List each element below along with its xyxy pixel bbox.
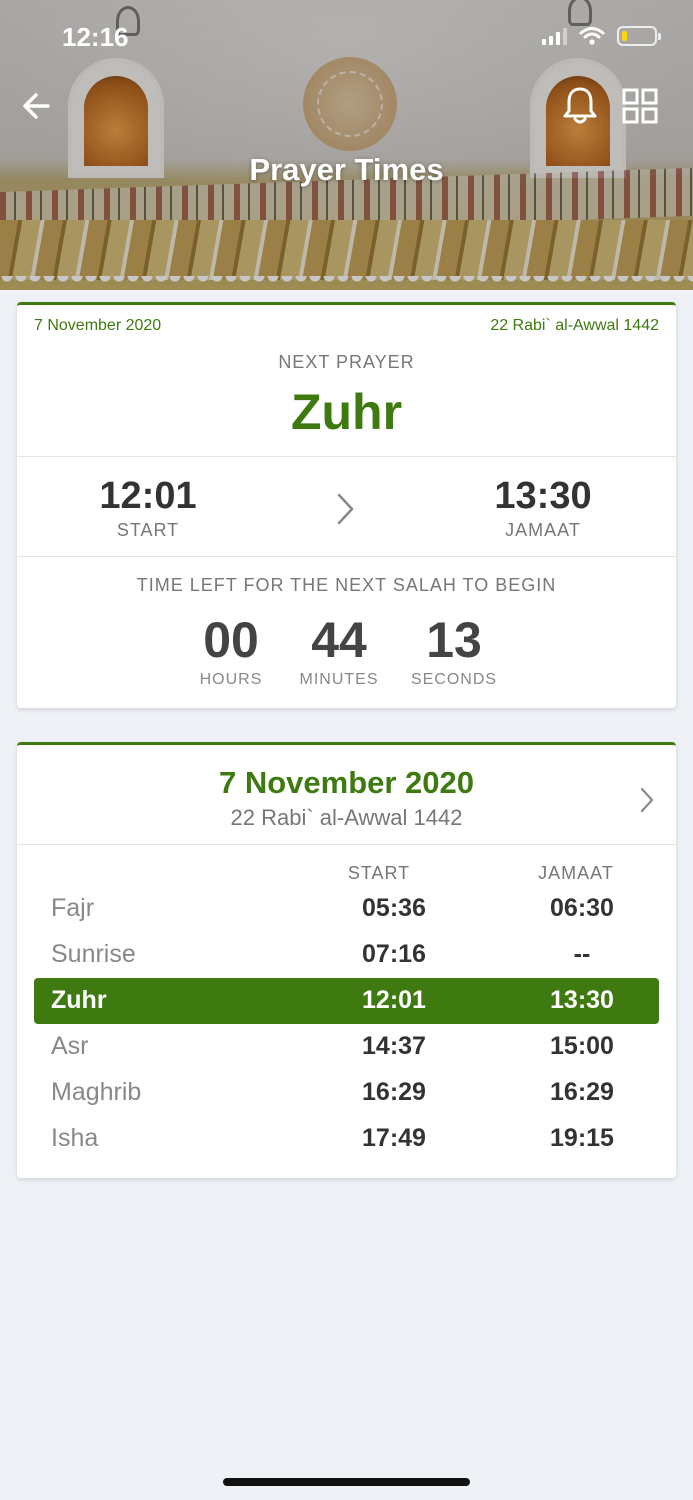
prayer-row-asr: Asr 14:37 15:00 bbox=[34, 1024, 659, 1070]
minutes-label: MINUTES bbox=[299, 671, 379, 688]
prayer-start: 12:01 bbox=[362, 986, 426, 1014]
status-icons bbox=[542, 26, 661, 46]
prayer-start: 16:29 bbox=[362, 1078, 426, 1106]
gregorian-date: 7 November 2020 bbox=[34, 317, 162, 334]
prayer-jamaat: -- bbox=[573, 940, 591, 968]
start-time: 12:01 bbox=[99, 475, 197, 517]
prayer-row-isha: Isha 17:49 19:15 bbox=[34, 1116, 659, 1162]
page-title: Prayer Times bbox=[249, 152, 444, 187]
prayer-name: Sunrise bbox=[51, 940, 136, 968]
jamaat-label: JAMAAT bbox=[505, 520, 581, 540]
prayer-start: 07:16 bbox=[362, 940, 426, 968]
hijri-date: 22 Rabi` al-Awwal 1442 bbox=[490, 317, 659, 334]
bell-icon[interactable] bbox=[560, 84, 600, 126]
countdown-minutes: 44 MINUTES bbox=[279, 611, 399, 689]
signal-icon bbox=[542, 27, 567, 45]
prayer-row-fajr: Fajr 05:36 06:30 bbox=[34, 886, 659, 932]
prayer-row-sunrise: Sunrise 07:16 -- bbox=[34, 932, 659, 978]
start-column-header: START bbox=[347, 863, 411, 883]
daily-hijri-date: 22 Rabi` al-Awwal 1442 bbox=[230, 805, 463, 830]
countdown-label: TIME LEFT FOR THE NEXT SALAH TO BEGIN bbox=[136, 575, 557, 595]
hours-value: 00 bbox=[203, 612, 259, 668]
home-indicator[interactable] bbox=[223, 1478, 470, 1486]
countdown-hours: 00 HOURS bbox=[171, 611, 291, 689]
date-row: 7 November 2020 22 Rabi` al-Awwal 1442 bbox=[34, 317, 659, 335]
prayer-jamaat: 19:15 bbox=[550, 1124, 614, 1152]
divider bbox=[17, 556, 676, 557]
wifi-icon bbox=[579, 27, 605, 45]
chevron-right-icon[interactable] bbox=[333, 491, 357, 527]
countdown-seconds: 13 SECONDS bbox=[394, 611, 514, 689]
start-time-block: 12:01 START bbox=[48, 475, 248, 541]
prayer-jamaat: 16:29 bbox=[550, 1078, 614, 1106]
prayer-name: Maghrib bbox=[51, 1078, 142, 1106]
prayer-start: 17:49 bbox=[362, 1124, 426, 1152]
prayer-start: 05:36 bbox=[362, 894, 426, 922]
prayer-row-zuhr-highlighted: Zuhr 12:01 13:30 bbox=[34, 978, 659, 1024]
prayer-name: Asr bbox=[51, 1032, 89, 1060]
minutes-value: 44 bbox=[311, 612, 367, 668]
seconds-value: 13 bbox=[426, 612, 482, 668]
jamaat-time: 13:30 bbox=[494, 475, 592, 517]
prayer-name: Zuhr bbox=[51, 986, 107, 1014]
hours-label: HOURS bbox=[199, 671, 263, 688]
divider bbox=[17, 456, 676, 457]
start-label: START bbox=[116, 520, 180, 540]
daily-gregorian-date: 7 November 2020 bbox=[218, 765, 475, 800]
back-arrow-icon[interactable] bbox=[18, 86, 58, 126]
next-prayer-card[interactable]: 7 November 2020 22 Rabi` al-Awwal 1442 N… bbox=[17, 302, 676, 708]
daily-times-card: 7 November 2020 22 Rabi` al-Awwal 1442 S… bbox=[17, 742, 676, 1178]
next-day-chevron-icon[interactable] bbox=[637, 785, 657, 815]
prayer-row-maghrib: Maghrib 16:29 16:29 bbox=[34, 1070, 659, 1116]
status-time: 12:16 bbox=[62, 22, 129, 52]
grid-icon[interactable] bbox=[620, 86, 660, 126]
prayer-jamaat: 15:00 bbox=[550, 1032, 614, 1060]
jamaat-column-header: JAMAAT bbox=[538, 863, 614, 883]
prayer-jamaat: 06:30 bbox=[550, 894, 614, 922]
prayer-jamaat: 13:30 bbox=[550, 986, 614, 1014]
prayer-name: Isha bbox=[51, 1124, 99, 1152]
next-prayer-name: Zuhr bbox=[290, 384, 403, 440]
prayer-start: 14:37 bbox=[362, 1032, 426, 1060]
header-banner: 12:16 Prayer Times bbox=[0, 0, 693, 290]
seconds-label: SECONDS bbox=[410, 671, 498, 688]
next-prayer-label: NEXT PRAYER bbox=[278, 352, 415, 372]
divider bbox=[17, 844, 676, 845]
prayer-name: Fajr bbox=[51, 894, 95, 922]
jamaat-time-block: 13:30 JAMAAT bbox=[443, 475, 643, 541]
battery-icon bbox=[617, 26, 661, 46]
